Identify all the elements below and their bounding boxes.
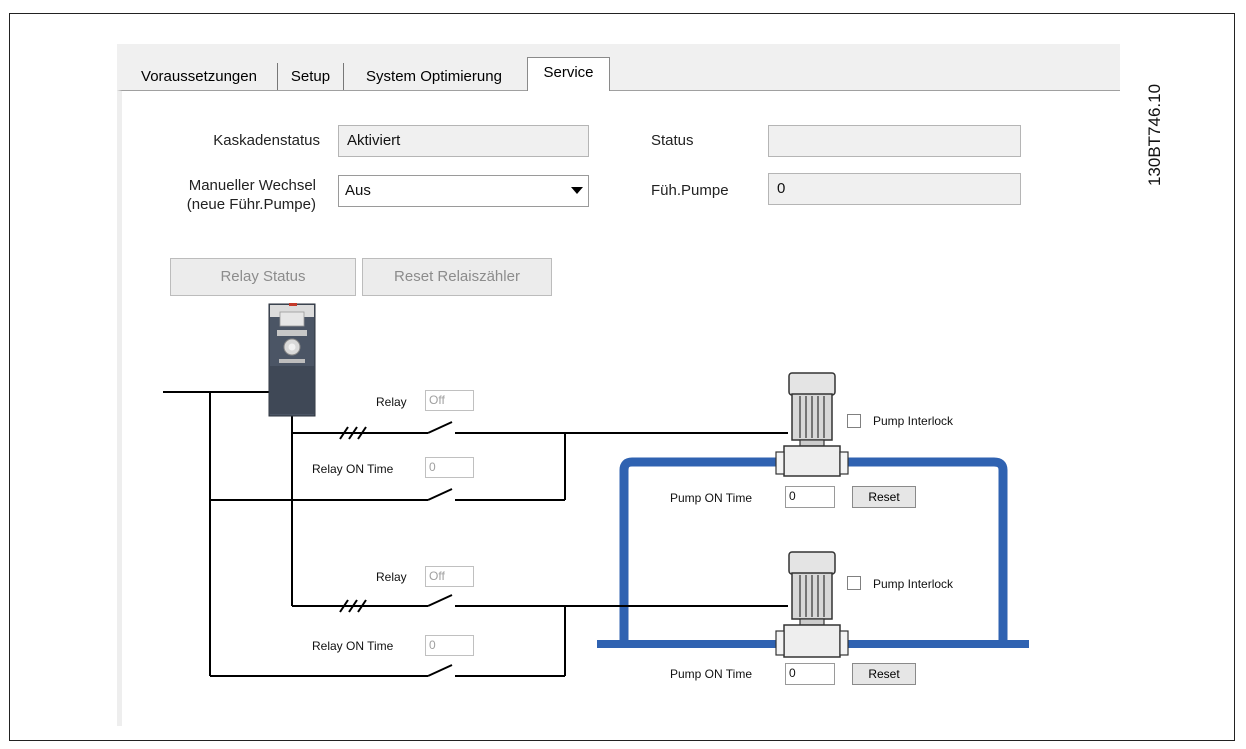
- tab-service[interactable]: Service: [527, 57, 610, 91]
- pump-2-interlock-checkbox[interactable]: [847, 576, 861, 590]
- pump-1-on-time-field: 0: [785, 486, 835, 508]
- relay-1-on-time-field: 0: [425, 457, 474, 478]
- pump-1-on-time-label: Pump ON Time: [670, 491, 753, 505]
- relay-1-label: Relay: [376, 395, 407, 409]
- drive-unit-icon: [268, 303, 316, 417]
- pump-1-reset-button[interactable]: Reset: [852, 486, 916, 508]
- pump-1-interlock-checkbox[interactable]: [847, 414, 861, 428]
- cascade-schematic: [163, 303, 1029, 677]
- relay-2-on-time-label: Relay ON Time: [312, 639, 394, 653]
- pump-icon: [775, 551, 849, 658]
- relay-1-state-field: Off: [425, 390, 474, 411]
- pump-1-interlock-label: Pump Interlock: [873, 414, 954, 428]
- pump-2-interlock-label: Pump Interlock: [873, 577, 954, 591]
- relay-2-state-field: Off: [425, 566, 474, 587]
- wiring: [163, 391, 788, 677]
- relay-1-on-time-label: Relay ON Time: [312, 462, 394, 476]
- pump-2-on-time-field: 0: [785, 663, 835, 685]
- pump-2-on-time-label: Pump ON Time: [670, 667, 753, 681]
- relay-2-label: Relay: [376, 570, 407, 584]
- pump-2-reset-button[interactable]: Reset: [852, 663, 916, 685]
- relay-2-on-time-field: 0: [425, 635, 474, 656]
- pump-icon: [775, 372, 849, 477]
